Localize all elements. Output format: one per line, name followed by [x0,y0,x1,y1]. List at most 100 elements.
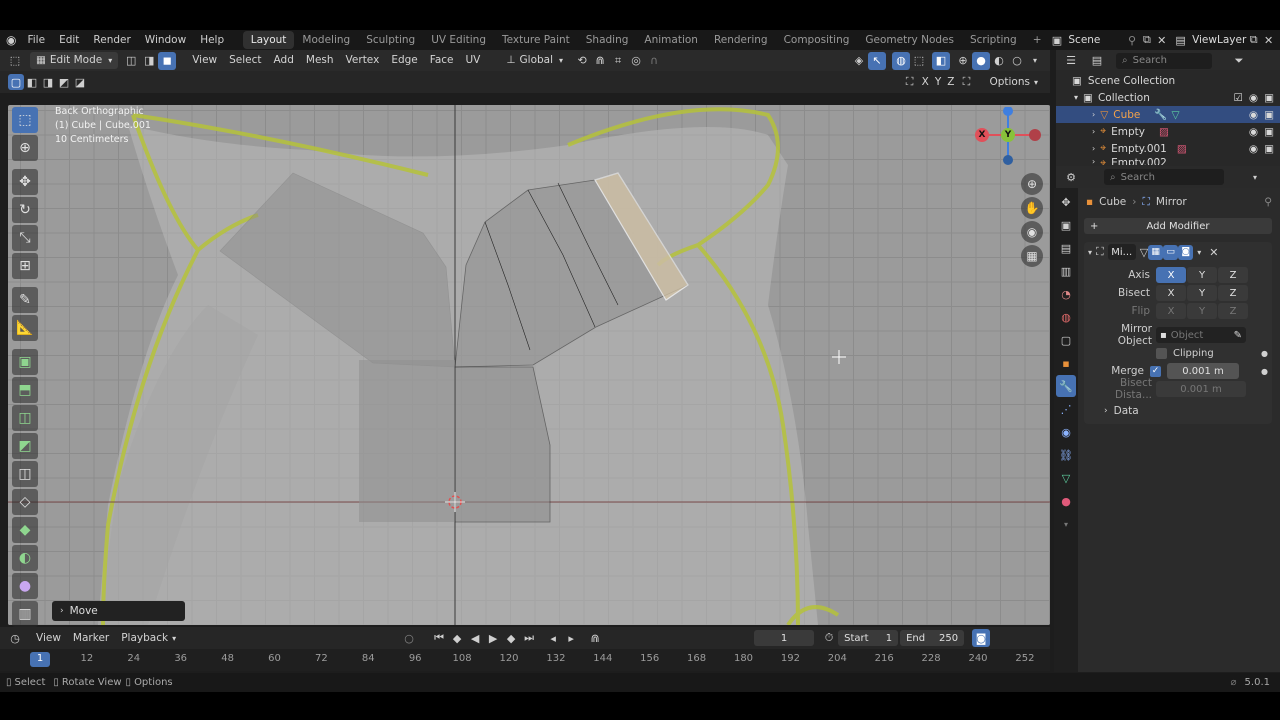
scene-collection-row[interactable]: ▣ Scene Collection [1056,72,1280,89]
visibility-icon[interactable]: ◈ [850,52,868,70]
vertex-select-icon[interactable]: ◫ [122,52,140,70]
physics-tab-icon[interactable]: ◉ [1056,421,1076,443]
tab-uv-editing[interactable]: UV Editing [423,31,494,49]
select-extend-icon[interactable]: ◧ [24,74,40,90]
constraints-tab-icon[interactable]: ⛓ [1056,444,1076,466]
tab-sculpting[interactable]: Sculpting [358,31,423,49]
close-icon[interactable]: ✕ [1209,246,1218,259]
pan-hand-icon[interactable]: ✋ [1021,197,1043,219]
orientation-selector[interactable]: ⊥ Global ▾ [500,52,569,69]
scale-tool[interactable]: ⤡ [12,225,38,251]
gizmo-toggle-icon[interactable]: ↖ [868,51,886,70]
keyframe-prev-icon[interactable]: ◂ [544,629,562,647]
bisect-distance-field[interactable]: 0.001 m [1156,381,1246,397]
collection-tab-icon[interactable]: ▢ [1056,329,1076,351]
select-subtract-icon[interactable]: ◨ [40,74,56,90]
current-frame-field[interactable]: 1 [754,630,815,646]
last-operator-panel[interactable]: › Move [52,601,185,621]
menu-mesh[interactable]: Mesh [300,52,340,69]
gizmo-y-label[interactable]: Y [1001,128,1015,142]
snap-icon[interactable]: ⋒ [591,52,609,70]
face-select-icon[interactable]: ◼ [158,51,177,70]
edit-mode-cage-icon[interactable]: ▽ [1140,246,1148,259]
tab-compositing[interactable]: Compositing [776,31,858,49]
axis-z-toggle[interactable]: Z [1218,267,1248,283]
annotate-tool[interactable]: ✎ [12,287,38,313]
filter-icon[interactable]: ⏷ [1230,52,1248,70]
eye-icon[interactable]: ◉ [1249,92,1258,104]
mirror-z-toggle[interactable]: Z [944,74,957,91]
menu-render[interactable]: Render [86,30,137,50]
options-dropdown[interactable]: Options ▾ [983,74,1044,91]
chevron-down-icon[interactable]: ▾ [1088,248,1092,257]
viewlayer-icon[interactable]: ▤ [1173,31,1188,49]
select-new-icon[interactable]: ▢ [8,74,24,90]
select-box-tool[interactable]: ⬚ [12,107,38,133]
merge-distance-field[interactable]: 0.001 m [1167,363,1239,379]
merge-checkbox[interactable]: ✓ [1150,365,1161,377]
axis-x-toggle[interactable]: X [1156,267,1186,283]
camera-icon[interactable]: ▣ [1264,126,1274,138]
object-tab-icon[interactable]: ▪ [1056,352,1076,374]
solid-shading-icon[interactable]: ● [972,51,990,70]
spin-tool[interactable]: ◐ [12,545,38,571]
tab-shading[interactable]: Shading [578,31,637,49]
topology-mirror-icon[interactable]: ⛶ [957,73,975,91]
mirror-axis-icon[interactable]: ⛶ [901,73,919,91]
tab-geometry-nodes[interactable]: Geometry Nodes [857,31,962,49]
camera-view-icon[interactable]: ◉ [1021,221,1043,243]
menu-help[interactable]: Help [193,30,231,50]
measure-tool[interactable]: 📐 [12,315,38,341]
gizmo-x-label[interactable]: X [975,128,989,142]
outliner-item-cube[interactable]: › ▽ Cube 🔧 ▽ ◉ ▣ [1056,106,1280,123]
snapping-icon[interactable]: ⋒ [586,629,604,647]
mesh-overlay-icon[interactable]: ⬚ [910,52,928,70]
camera-icon[interactable]: ▣ [1264,143,1274,155]
bevel-tool[interactable]: ◩ [12,433,38,459]
jump-end-icon[interactable]: ⏭ [520,629,538,647]
particles-tab-icon[interactable]: ⋰ [1056,398,1076,420]
data-subpanel[interactable]: › Data [1084,402,1268,420]
scene-selector[interactable]: Scene [1064,32,1124,48]
camera-icon[interactable]: ▣ [1264,109,1274,121]
add-workspace-button[interactable]: + [1025,31,1050,49]
mirror-object-field[interactable]: ▪ Object ✎ [1156,327,1246,343]
bisect-z-toggle[interactable]: Z [1218,285,1248,301]
tab-scripting[interactable]: Scripting [962,31,1025,49]
scene-tab-icon[interactable]: ◔ [1056,283,1076,305]
viewport-display-icon[interactable]: ▭ [1163,244,1179,260]
rotate-tool[interactable]: ↻ [12,197,38,223]
edge-select-icon[interactable]: ◨ [140,52,158,70]
jump-keyframe-forward-icon[interactable]: ◆ [502,629,520,647]
add-cube-tool[interactable]: ▣ [12,349,38,375]
falloff-icon[interactable]: ∩ [645,52,663,70]
timeline-editor-icon[interactable]: ◷ [6,629,24,647]
chevron-down-icon[interactable]: ▾ [1246,168,1264,186]
outliner-search[interactable]: ⌕ Search [1116,52,1212,69]
outliner-item-empty-002[interactable]: › ⌖ Empty.002 [1056,157,1280,165]
display-mode-icon[interactable]: ▤ [1088,52,1106,70]
menu-face[interactable]: Face [424,52,460,69]
menu-add[interactable]: Add [268,52,300,69]
clipping-checkbox[interactable] [1156,347,1167,359]
bisect-y-toggle[interactable]: Y [1187,285,1217,301]
eye-icon[interactable]: ◉ [1249,109,1258,121]
bisect-x-toggle[interactable]: X [1156,285,1186,301]
tab-texture-paint[interactable]: Texture Paint [494,31,578,49]
play-reverse-icon[interactable]: ◀ [466,629,484,647]
tool-tab-icon[interactable]: ✥ [1056,191,1076,213]
edge-slide-tool[interactable]: ▥ [12,601,38,627]
keyframe-next-icon[interactable]: ▸ [562,629,580,647]
menu-select[interactable]: Select [223,52,267,69]
data-tab-icon[interactable]: ▽ [1056,467,1076,489]
rendered-shading-icon[interactable]: ○ [1008,52,1026,70]
autokey-icon[interactable]: ○ [400,629,418,647]
properties-editor-icon[interactable]: ⚙ [1062,168,1080,186]
select-intersect-icon[interactable]: ◩ [56,74,72,90]
outliner-item-empty-001[interactable]: › ⌖ Empty.001 ▨ ◉ ▣ [1056,140,1280,157]
menu-edit[interactable]: Edit [52,30,86,50]
tab-layout[interactable]: Layout [242,31,295,49]
outliner-editor-icon[interactable]: ☰ [1062,52,1080,70]
modifier-tab-icon[interactable]: 🔧 [1056,375,1076,397]
editmode-display-icon[interactable]: ▦ [1148,244,1164,260]
